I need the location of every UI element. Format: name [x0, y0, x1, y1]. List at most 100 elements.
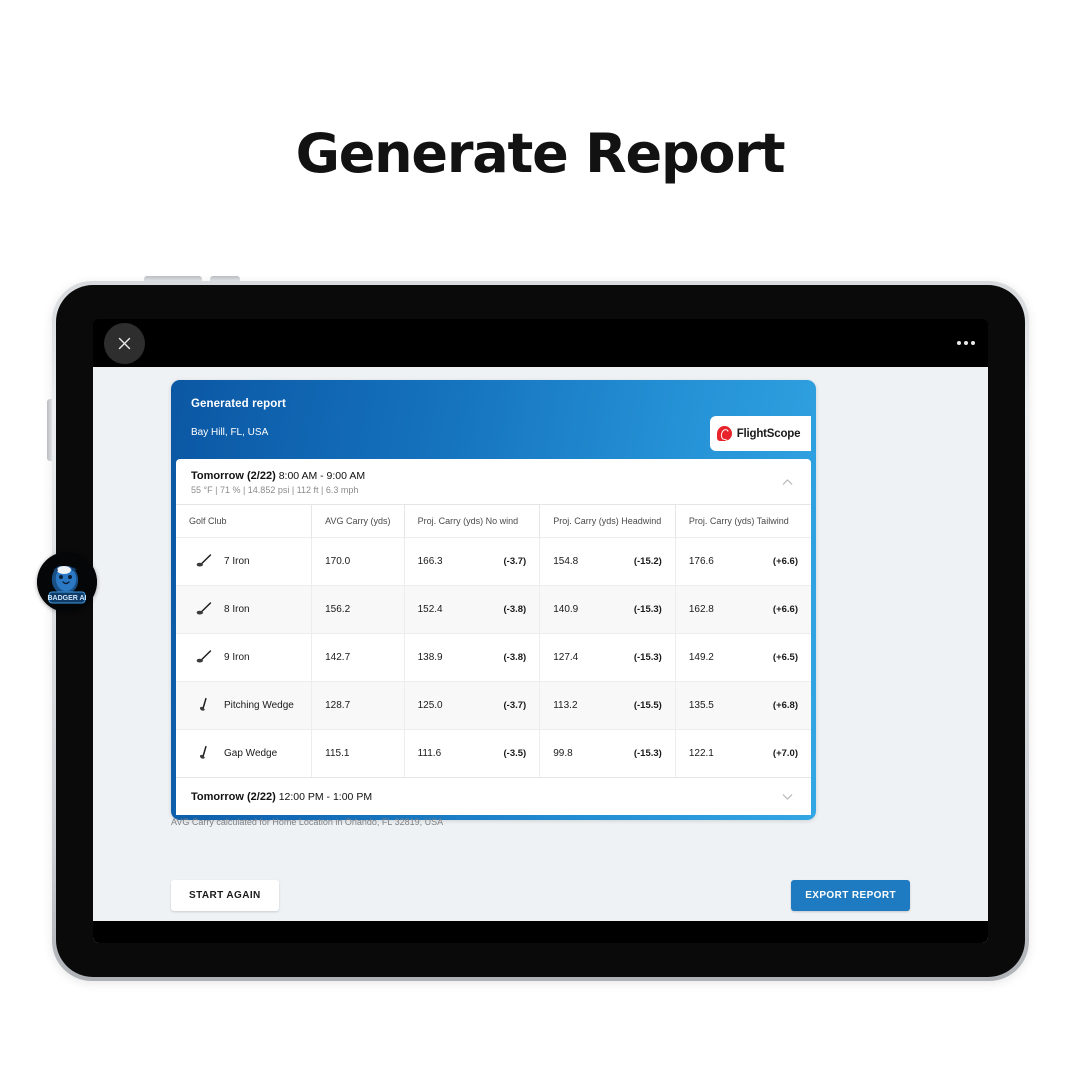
action-bar: START AGAIN EXPORT REPORT	[93, 880, 988, 911]
value: 162.8	[688, 604, 714, 615]
close-button[interactable]	[104, 323, 145, 364]
chevron-up-icon[interactable]	[779, 474, 796, 491]
start-again-button[interactable]: START AGAIN	[171, 880, 279, 911]
delta: (-15.3)	[633, 604, 662, 615]
export-report-button[interactable]: EXPORT REPORT	[791, 880, 910, 911]
table-header-row: Golf Club AVG Carry (yds) Proj. Carry (y…	[176, 504, 811, 538]
tablet-screen: Generated report Bay Hill, FL, USA Fligh…	[93, 319, 988, 943]
svg-text:BADGER AI: BADGER AI	[47, 595, 86, 602]
cell-avg-carry: 142.7	[311, 633, 405, 682]
cell-nowind: 125.0 (-3.7)	[404, 681, 541, 730]
secondary-button[interactable]	[210, 276, 240, 281]
app-top-bar	[93, 319, 988, 367]
value: 127.4	[553, 652, 579, 663]
badger-ai-logo[interactable]: BADGER AI	[37, 552, 97, 612]
time-slot-date: Tomorrow (2/22)	[191, 790, 276, 803]
table-row: 7 Iron 170.0 166.3 (-3.7) 154.8 (-15.2) …	[176, 537, 811, 586]
table-row: 8 Iron 156.2 152.4 (-3.8) 140.9 (-15.3) …	[176, 585, 811, 634]
cell-headwind: 140.9 (-15.3)	[539, 585, 676, 634]
iron-club-icon	[196, 554, 212, 567]
cell-club: 8 Iron	[176, 585, 313, 634]
report-panel: Tomorrow (2/22) 8:00 AM - 9:00 AM 55 °F …	[176, 459, 811, 815]
table-row: Pitching Wedge 128.7 125.0 (-3.7) 113.2 …	[176, 681, 811, 730]
table-row: Gap Wedge 115.1 111.6 (-3.5) 99.8 (-15.3…	[176, 729, 811, 777]
tablet-device-frame: Generated report Bay Hill, FL, USA Fligh…	[47, 276, 1029, 981]
delta: (+6.5)	[772, 652, 798, 663]
cell-avg-carry: 156.2	[311, 585, 405, 634]
time-slot-date: Tomorrow (2/22)	[191, 470, 276, 482]
cell-nowind: 152.4 (-3.8)	[404, 585, 541, 634]
delta: (-15.2)	[633, 556, 662, 567]
volume-button[interactable]	[47, 399, 52, 461]
cell-nowind: 166.3 (-3.7)	[404, 537, 541, 586]
power-button[interactable]	[144, 276, 202, 281]
time-slot-title: Tomorrow (2/22) 12:00 PM - 1:00 PM	[191, 791, 779, 803]
time-slot-conditions: 55 °F | 71 % | 14.852 psi | 112 ft | 6.3…	[191, 485, 359, 495]
time-slot-header-expanded[interactable]: Tomorrow (2/22) 8:00 AM - 9:00 AM 55 °F …	[176, 459, 811, 504]
report-card-header: Generated report Bay Hill, FL, USA Fligh…	[176, 385, 811, 459]
delta: (-3.8)	[503, 604, 527, 615]
club-name: Pitching Wedge	[224, 700, 294, 711]
cell-club: Gap Wedge	[176, 729, 313, 777]
value: 140.9	[553, 604, 579, 615]
cell-avg-carry: 115.1	[311, 729, 405, 777]
delta: (+7.0)	[772, 748, 798, 759]
iron-club-icon	[196, 650, 212, 663]
delta: (-3.7)	[503, 556, 527, 567]
cell-tailwind: 135.5 (+6.8)	[675, 681, 811, 730]
value: 176.6	[688, 556, 714, 567]
table-body: 7 Iron 170.0 166.3 (-3.7) 154.8 (-15.2) …	[176, 537, 811, 777]
column-header-golf-club: Golf Club	[176, 504, 313, 538]
cell-club: Pitching Wedge	[176, 681, 313, 730]
value: 152.4	[417, 604, 443, 615]
cell-nowind: 138.9 (-3.8)	[404, 633, 541, 682]
close-icon	[118, 337, 131, 350]
wedge-club-icon	[199, 745, 207, 759]
value: 99.8	[553, 748, 573, 759]
carry-distance-table: Golf Club AVG Carry (yds) Proj. Carry (y…	[176, 504, 811, 777]
flightscope-logo: FlightScope	[710, 416, 811, 451]
page-title: Generate Report	[295, 122, 786, 185]
cell-club: 9 Iron	[176, 633, 313, 682]
more-dot	[971, 341, 975, 345]
flightscope-wordmark: FlightScope	[736, 427, 801, 440]
report-location: Bay Hill, FL, USA	[191, 427, 269, 438]
value: 111.6	[417, 748, 442, 759]
column-header-avg-carry: AVG Carry (yds)	[311, 504, 405, 538]
cell-tailwind: 176.6 (+6.6)	[675, 537, 811, 586]
value: 113.2	[553, 700, 578, 711]
more-dot	[964, 341, 968, 345]
cell-headwind: 154.8 (-15.2)	[539, 537, 676, 586]
club-name: 8 Iron	[224, 604, 250, 615]
report-footnote: AVG Carry calculated for Home Location i…	[171, 817, 444, 827]
delta: (+6.6)	[772, 556, 798, 567]
time-slot-header-collapsed[interactable]: Tomorrow (2/22) 12:00 PM - 1:00 PM	[176, 777, 811, 815]
delta: (+6.8)	[772, 700, 798, 711]
cell-headwind: 127.4 (-15.3)	[539, 633, 676, 682]
delta: (-15.3)	[633, 748, 662, 759]
more-options-button[interactable]	[957, 341, 975, 345]
delta: (-3.7)	[503, 700, 527, 711]
wedge-club-icon	[199, 697, 207, 711]
time-slot-title: Tomorrow (2/22) 8:00 AM - 9:00 AM	[191, 470, 779, 482]
cell-avg-carry: 128.7	[311, 681, 405, 730]
column-header-headwind: Proj. Carry (yds) Headwind	[539, 504, 676, 538]
value: 149.2	[688, 652, 714, 663]
chevron-down-icon[interactable]	[779, 788, 796, 805]
delta: (-15.5)	[633, 700, 662, 711]
value: 154.8	[553, 556, 579, 567]
cell-headwind: 113.2 (-15.5)	[539, 681, 676, 730]
cell-headwind: 99.8 (-15.3)	[539, 729, 676, 777]
club-name: 9 Iron	[224, 652, 250, 663]
cell-tailwind: 162.8 (+6.6)	[675, 585, 811, 634]
club-name: Gap Wedge	[224, 748, 278, 759]
generated-report-card: Generated report Bay Hill, FL, USA Fligh…	[171, 380, 816, 820]
club-name: 7 Iron	[224, 556, 250, 567]
badger-ai-icon: BADGER AI	[37, 552, 97, 612]
more-dot	[957, 341, 961, 345]
delta: (-3.8)	[503, 652, 527, 663]
delta: (+6.6)	[772, 604, 798, 615]
value: 122.1	[688, 748, 714, 759]
cell-avg-carry: 170.0	[311, 537, 405, 586]
time-slot-time: 12:00 PM - 1:00 PM	[278, 790, 373, 803]
